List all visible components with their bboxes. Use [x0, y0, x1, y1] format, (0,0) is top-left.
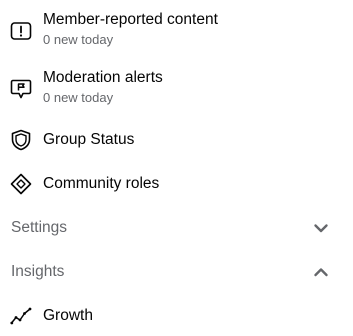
- menu-item-subtitle: 0 new today: [43, 32, 114, 47]
- section-insights[interactable]: Insights: [0, 257, 353, 287]
- chevron-up-icon: [313, 265, 329, 279]
- menu-item-title: Group Status: [43, 131, 135, 148]
- chevron-down-icon: [313, 221, 329, 235]
- shield-icon: [10, 129, 32, 151]
- menu-item-title: Member-reported content: [43, 11, 218, 28]
- menu-item-community-roles[interactable]: Community roles: [0, 168, 353, 200]
- growth-line-icon: [10, 305, 32, 327]
- section-insights-label: Insights: [11, 263, 65, 280]
- section-settings-label: Settings: [11, 219, 68, 236]
- menu-item-title: Community roles: [43, 175, 160, 192]
- menu-item-growth[interactable]: Growth: [0, 300, 353, 332]
- section-settings[interactable]: Settings: [0, 213, 353, 243]
- menu-item-group-status[interactable]: Group Status: [0, 124, 353, 156]
- diamond-icon: [10, 173, 32, 195]
- menu-item-member-reported-content[interactable]: Member-reported content 0 new today: [0, 8, 353, 52]
- menu-item-subtitle: 0 new today: [43, 90, 114, 105]
- menu-item-moderation-alerts[interactable]: Moderation alerts 0 new today: [0, 66, 353, 110]
- alert-box-icon: [10, 20, 32, 42]
- speech-bubble-flag-icon: [10, 78, 32, 100]
- menu-item-title: Growth: [43, 307, 93, 324]
- menu-item-title: Moderation alerts: [43, 69, 163, 86]
